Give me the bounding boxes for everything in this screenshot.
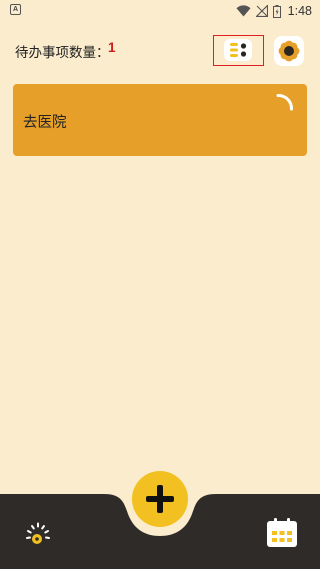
header: 待办事项数量： 1 bbox=[0, 34, 320, 66]
signal-icon bbox=[255, 5, 268, 17]
calendar-icon[interactable] bbox=[266, 517, 298, 549]
flower-settings-icon bbox=[278, 40, 300, 62]
gauge-icon[interactable] bbox=[22, 518, 54, 550]
status-time: 1:48 bbox=[287, 4, 312, 18]
bottom-nav bbox=[0, 470, 320, 569]
add-task-button[interactable] bbox=[132, 471, 188, 527]
task-title: 去医院 bbox=[23, 115, 67, 131]
app-notification-icon: A bbox=[10, 4, 21, 15]
battery-icon bbox=[272, 4, 281, 18]
pending-count-value: 1 bbox=[108, 40, 116, 55]
pending-count-label: 待办事项数量： bbox=[15, 45, 110, 61]
status-right: 1:48 bbox=[236, 4, 312, 18]
view-toggle-button[interactable] bbox=[213, 35, 264, 66]
task-card[interactable]: 去医院 bbox=[13, 84, 307, 156]
settings-button[interactable] bbox=[274, 36, 304, 66]
list-view-icon bbox=[224, 39, 252, 61]
plus-icon-vertical bbox=[157, 485, 163, 513]
status-left: A bbox=[10, 4, 21, 15]
wifi-icon bbox=[236, 5, 251, 17]
progress-arc-icon[interactable] bbox=[275, 93, 295, 113]
status-bar: A 1:48 bbox=[0, 0, 320, 24]
